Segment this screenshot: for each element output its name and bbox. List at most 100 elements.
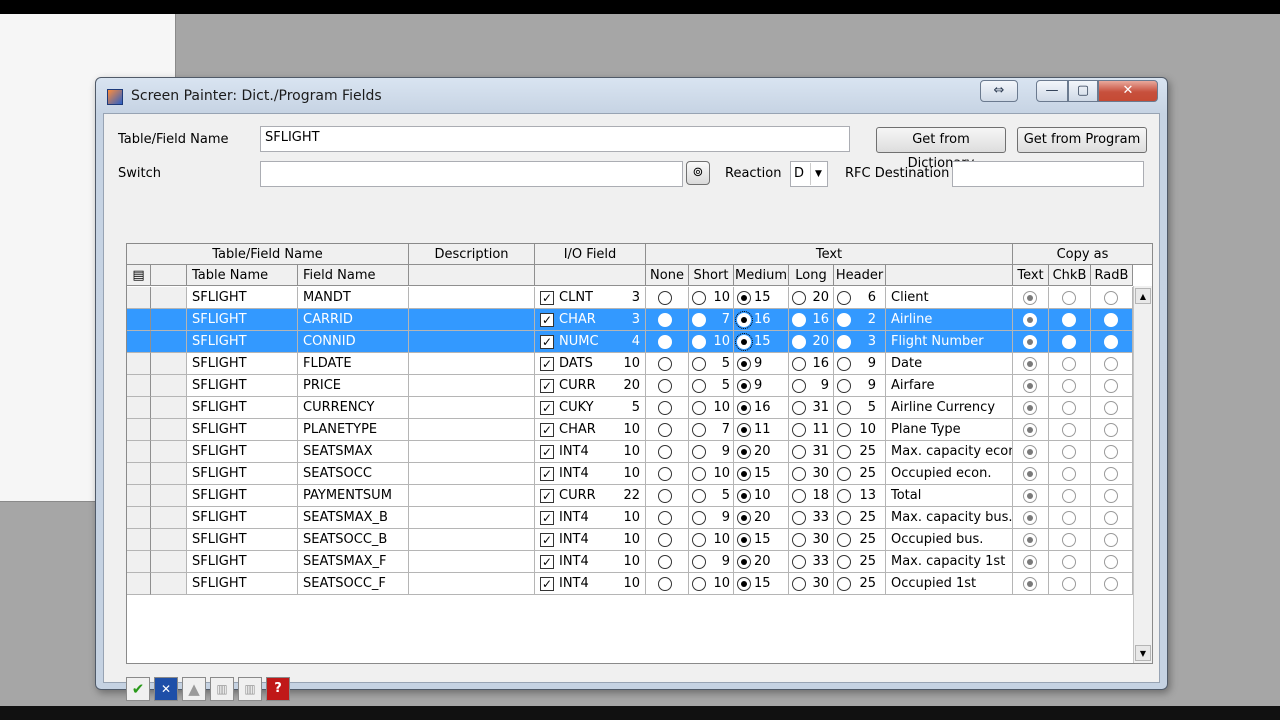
copy-chkb-radio[interactable] xyxy=(1062,511,1076,525)
copy-text-radio[interactable] xyxy=(1023,357,1037,371)
short-radio[interactable] xyxy=(692,511,706,525)
column-header-medium[interactable]: Medium xyxy=(734,265,789,286)
switch-toggle-icon[interactable]: ⊚ xyxy=(686,161,710,185)
copy-chkb-radio[interactable] xyxy=(1062,467,1076,481)
row-selector[interactable] xyxy=(127,529,151,551)
get-from-dictionary-button[interactable]: Get from Dictionary xyxy=(876,127,1006,171)
column-header-field-name[interactable]: Field Name xyxy=(298,265,409,286)
row-selector[interactable] xyxy=(127,551,151,573)
column-header-chkb[interactable]: ChkB xyxy=(1049,265,1091,286)
short-radio[interactable] xyxy=(692,445,706,459)
column-header-long[interactable]: Long xyxy=(789,265,834,286)
copy-chkb-radio[interactable] xyxy=(1062,555,1076,569)
table-field-input[interactable]: SFLIGHT xyxy=(260,126,850,152)
scroll-up-icon[interactable]: ▲ xyxy=(1135,288,1151,304)
none-radio[interactable] xyxy=(658,467,672,481)
long-radio[interactable] xyxy=(792,357,806,371)
medium-radio[interactable] xyxy=(735,311,753,329)
scroll-down-icon[interactable]: ▼ xyxy=(1135,645,1151,661)
short-radio[interactable] xyxy=(692,401,706,415)
long-radio[interactable] xyxy=(792,313,806,327)
rfc-destination-input[interactable] xyxy=(952,161,1144,187)
copy-chkb-radio[interactable] xyxy=(1062,335,1076,349)
long-radio[interactable] xyxy=(792,555,806,569)
copy-text-radio[interactable] xyxy=(1023,291,1037,305)
io-checkbox[interactable]: ✓ xyxy=(540,335,554,349)
cell-description[interactable] xyxy=(409,463,535,485)
header-radio[interactable] xyxy=(837,401,851,415)
copy-text-radio[interactable] xyxy=(1023,423,1037,437)
row-selector[interactable] xyxy=(127,287,151,309)
minimize-button[interactable]: — xyxy=(1036,80,1068,102)
header-radio[interactable] xyxy=(837,467,851,481)
row-selector[interactable] xyxy=(127,507,151,529)
copy-radb-radio[interactable] xyxy=(1104,423,1118,437)
cell-description[interactable] xyxy=(409,375,535,397)
short-radio[interactable] xyxy=(692,577,706,591)
row-selector[interactable] xyxy=(127,331,151,353)
none-radio[interactable] xyxy=(658,555,672,569)
row-selector[interactable] xyxy=(127,419,151,441)
header-radio[interactable] xyxy=(837,555,851,569)
long-radio[interactable] xyxy=(792,423,806,437)
none-radio[interactable] xyxy=(658,291,672,305)
table-row[interactable]: SFLIGHT PLANETYPE ✓ CHAR 10 7 11 11 10 Plane Type xyxy=(127,419,1133,441)
copy-text-radio[interactable] xyxy=(1023,489,1037,503)
short-radio[interactable] xyxy=(692,335,706,349)
medium-radio[interactable] xyxy=(737,489,751,503)
medium-radio[interactable] xyxy=(737,423,751,437)
copy-radb-radio[interactable] xyxy=(1104,401,1118,415)
cell-description[interactable] xyxy=(409,573,535,595)
cell-description[interactable] xyxy=(409,397,535,419)
column-header-table-name[interactable]: Table Name xyxy=(187,265,298,286)
none-radio[interactable] xyxy=(658,533,672,547)
cell-description[interactable] xyxy=(409,353,535,375)
copy-chkb-radio[interactable] xyxy=(1062,577,1076,591)
copy-radb-radio[interactable] xyxy=(1104,445,1118,459)
table-row[interactable]: SFLIGHT SEATSOCC_B ✓ INT4 10 10 15 30 25 Occupied… xyxy=(127,529,1133,551)
copy-radb-radio[interactable] xyxy=(1104,555,1118,569)
table-row[interactable]: SFLIGHT SEATSOCC_F ✓ INT4 10 10 15 30 25 Occupied… xyxy=(127,573,1133,595)
cancel-icon[interactable]: ✕ xyxy=(154,677,178,701)
table-row[interactable]: SFLIGHT CARRID ✓ CHAR 3 7 16 16 2 Airline xyxy=(127,309,1133,331)
copy-chkb-radio[interactable] xyxy=(1062,489,1076,503)
copy-radb-radio[interactable] xyxy=(1104,357,1118,371)
copy-chkb-radio[interactable] xyxy=(1062,379,1076,393)
medium-radio[interactable] xyxy=(737,401,751,415)
copy-radb-radio[interactable] xyxy=(1104,313,1118,327)
io-checkbox[interactable]: ✓ xyxy=(540,423,554,437)
short-radio[interactable] xyxy=(692,555,706,569)
copy-radb-radio[interactable] xyxy=(1104,533,1118,547)
none-radio[interactable] xyxy=(658,357,672,371)
copy-text-radio[interactable] xyxy=(1023,467,1037,481)
column-header-copy-text[interactable]: Text xyxy=(1013,265,1049,286)
medium-radio[interactable] xyxy=(737,291,751,305)
header-radio[interactable] xyxy=(837,313,851,327)
long-radio[interactable] xyxy=(792,445,806,459)
copy-chkb-radio[interactable] xyxy=(1062,533,1076,547)
medium-radio[interactable] xyxy=(737,467,751,481)
column-header-radb[interactable]: RadB xyxy=(1091,265,1133,286)
copy-chkb-radio[interactable] xyxy=(1062,313,1076,327)
long-radio[interactable] xyxy=(792,577,806,591)
row-selector[interactable] xyxy=(127,309,151,331)
io-checkbox[interactable]: ✓ xyxy=(540,379,554,393)
column-header-header[interactable]: Header xyxy=(834,265,886,286)
io-checkbox[interactable]: ✓ xyxy=(540,357,554,371)
maximize-button[interactable]: ▢ xyxy=(1068,80,1098,102)
table-row[interactable]: SFLIGHT FLDATE ✓ DATS 10 5 9 16 9 Date xyxy=(127,353,1133,375)
column-config-icon[interactable]: ▤ xyxy=(127,265,151,286)
copy-chkb-radio[interactable] xyxy=(1062,291,1076,305)
close-button[interactable]: ✕ xyxy=(1098,80,1158,102)
copy-text-radio[interactable] xyxy=(1023,511,1037,525)
long-radio[interactable] xyxy=(792,335,806,349)
table-row[interactable]: SFLIGHT PRICE ✓ CURR 20 5 9 9 9 Airfare xyxy=(127,375,1133,397)
medium-radio[interactable] xyxy=(737,555,751,569)
short-radio[interactable] xyxy=(692,489,706,503)
copy-chkb-radio[interactable] xyxy=(1062,357,1076,371)
long-radio[interactable] xyxy=(792,489,806,503)
io-checkbox[interactable]: ✓ xyxy=(540,489,554,503)
copy-radb-radio[interactable] xyxy=(1104,577,1118,591)
none-radio[interactable] xyxy=(658,401,672,415)
short-radio[interactable] xyxy=(692,291,706,305)
